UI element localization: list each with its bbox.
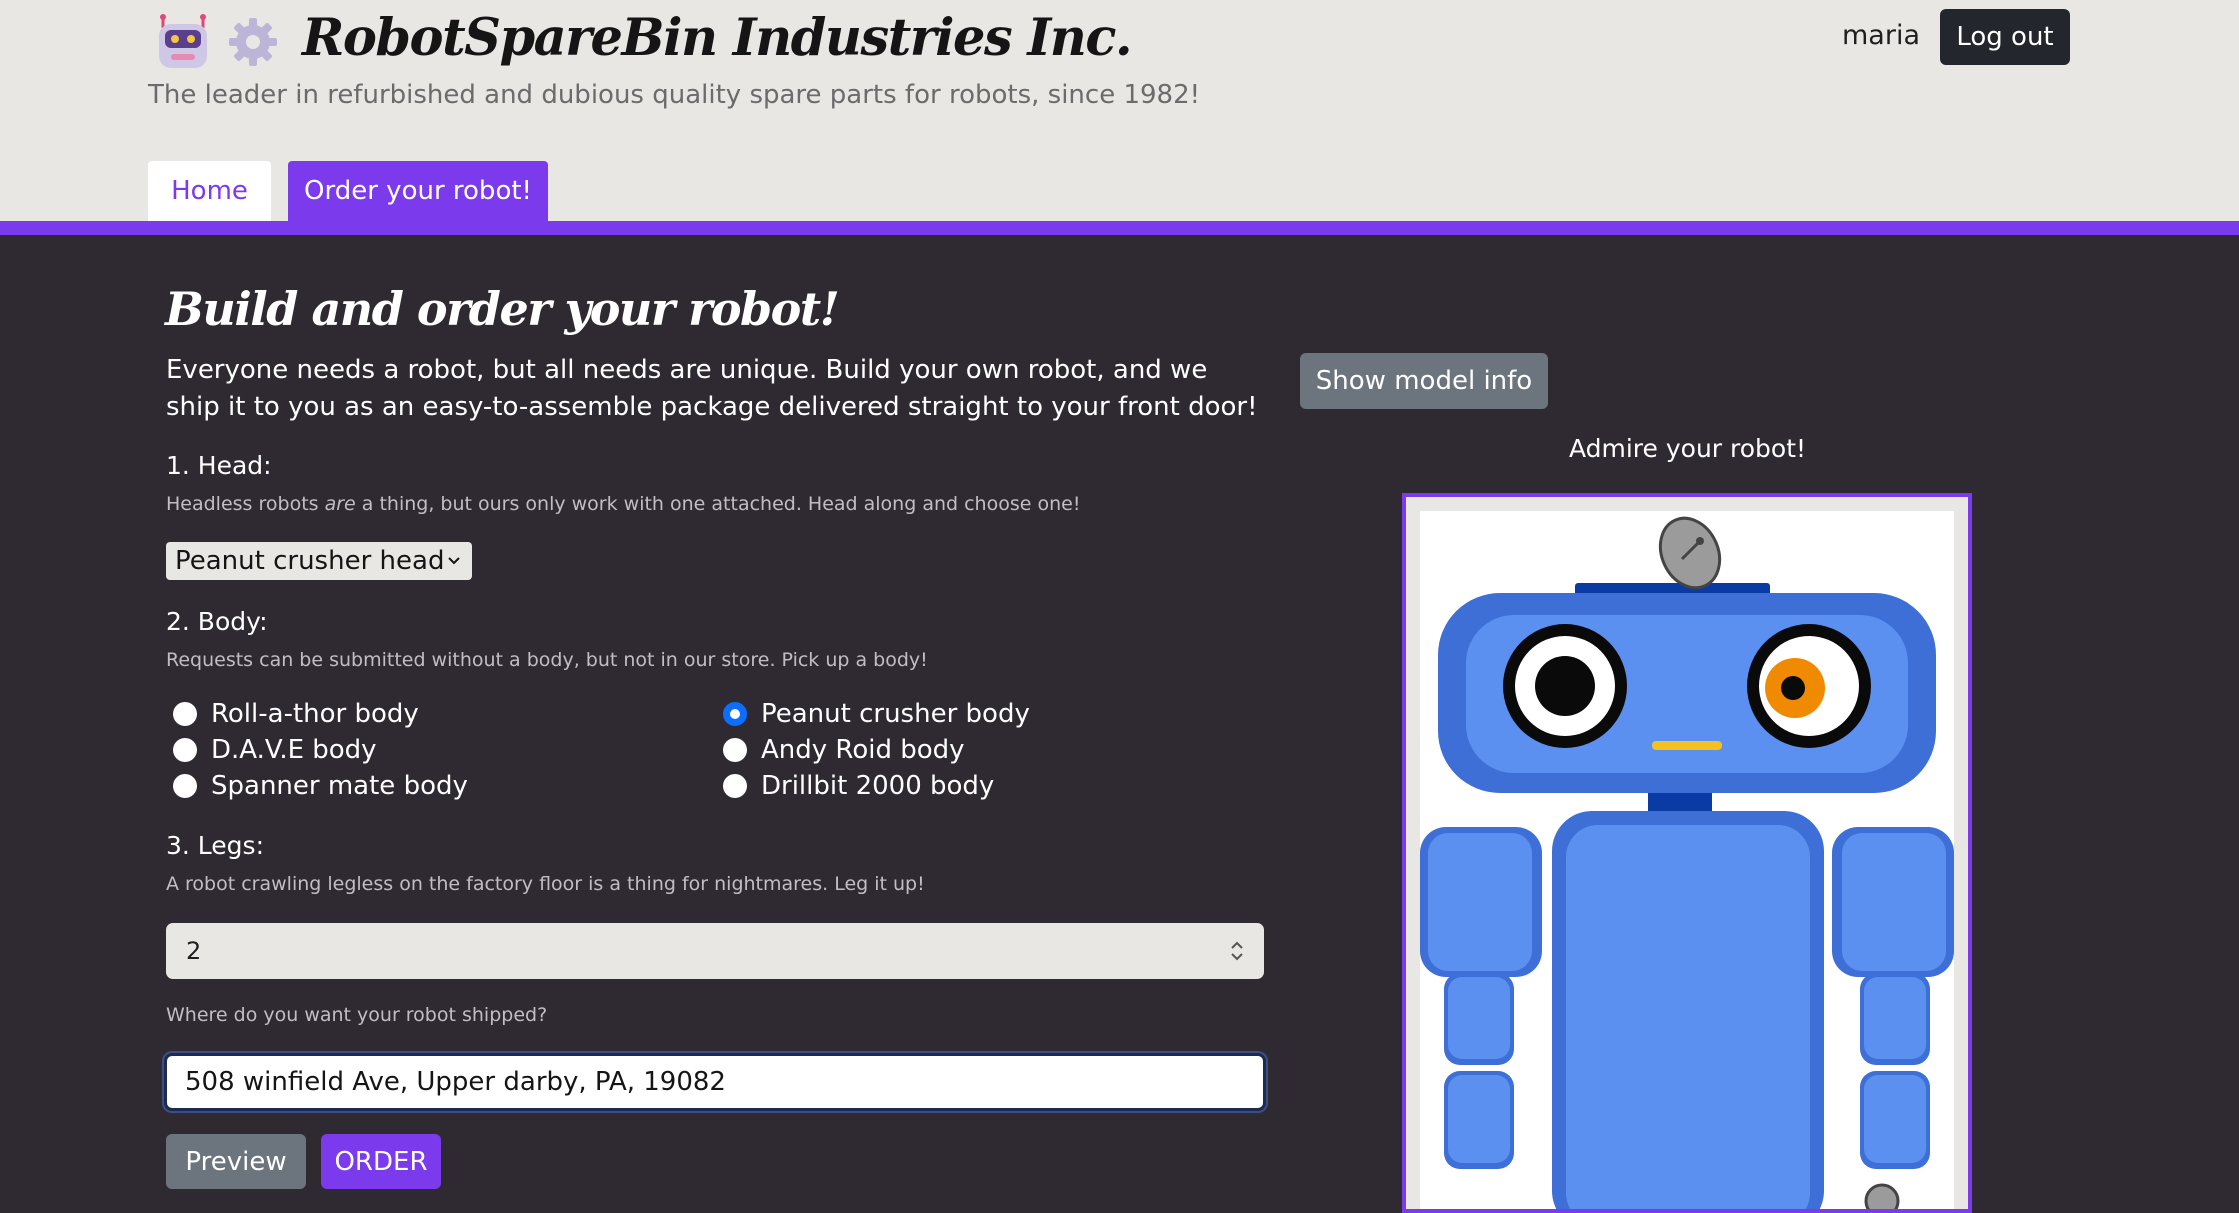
head-label: 1. Head: bbox=[166, 451, 272, 480]
address-input[interactable]: 508 winfield Ave, Upper darby, PA, 19082 bbox=[164, 1053, 1266, 1111]
body-option-peanut-crusher[interactable]: Peanut crusher body bbox=[723, 699, 1030, 729]
head-help: Headless robots are a thing, but ours on… bbox=[166, 493, 1081, 515]
radio-button[interactable] bbox=[173, 774, 197, 798]
robot-icon bbox=[155, 14, 211, 74]
legs-number-input[interactable]: 2 bbox=[166, 923, 1264, 979]
radio-label: Spanner mate body bbox=[211, 771, 468, 801]
robot-preview-image bbox=[1402, 493, 1972, 1213]
body-option-dave[interactable]: D.A.V.E body bbox=[173, 735, 377, 765]
address-value: 508 winfield Ave, Upper darby, PA, 19082 bbox=[185, 1067, 726, 1097]
order-button[interactable]: ORDER bbox=[321, 1134, 441, 1189]
tab-home[interactable]: Home bbox=[148, 161, 271, 221]
intro-text: Everyone needs a robot, but all needs ar… bbox=[166, 355, 1258, 422]
brand-title: RobotSpareBin Industries Inc. bbox=[302, 8, 1133, 68]
radio-label: D.A.V.E body bbox=[211, 735, 377, 765]
gear-icon bbox=[225, 14, 281, 74]
page-title: Build and order your robot! bbox=[165, 282, 840, 336]
radio-button[interactable] bbox=[173, 738, 197, 762]
robot-illustration bbox=[1420, 511, 1954, 1209]
body-option-drillbit-2000[interactable]: Drillbit 2000 body bbox=[723, 771, 994, 801]
show-model-info-button[interactable]: Show model info bbox=[1300, 353, 1548, 409]
head-select[interactable]: Peanut crusher head bbox=[166, 542, 472, 580]
radio-button[interactable] bbox=[723, 738, 747, 762]
body-help: Requests can be submitted without a body… bbox=[166, 649, 928, 671]
tagline: The leader in refurbished and dubious qu… bbox=[148, 80, 1201, 110]
radio-label: Drillbit 2000 body bbox=[761, 771, 995, 801]
username: maria bbox=[1842, 20, 1920, 51]
radio-button[interactable] bbox=[723, 774, 747, 798]
logout-button[interactable]: Log out bbox=[1940, 9, 2070, 65]
accent-bar bbox=[0, 221, 2239, 235]
body-option-roll-a-thor[interactable]: Roll-a-thor body bbox=[173, 699, 419, 729]
site-header: RobotSpareBin Industries Inc. The leader… bbox=[0, 0, 2239, 222]
radio-label: Andy Roid body bbox=[761, 735, 965, 765]
tab-order-your-robot[interactable]: Order your robot! bbox=[288, 161, 548, 221]
legs-value: 2 bbox=[186, 937, 202, 965]
body-label: 2. Body: bbox=[166, 607, 268, 636]
body-option-spanner-mate[interactable]: Spanner mate body bbox=[173, 771, 468, 801]
preview-title: Admire your robot! bbox=[1568, 434, 1807, 463]
chevron-down-icon bbox=[448, 557, 460, 565]
address-label: Where do you want your robot shipped? bbox=[166, 1004, 548, 1026]
radio-label: Roll-a-thor body bbox=[211, 699, 419, 729]
radio-button[interactable] bbox=[173, 702, 197, 726]
head-select-value: Peanut crusher head bbox=[175, 546, 445, 576]
preview-button[interactable]: Preview bbox=[166, 1134, 306, 1189]
radio-button-checked[interactable] bbox=[723, 702, 747, 726]
legs-help: A robot crawling legless on the factory … bbox=[166, 873, 925, 895]
spinner-arrows-icon[interactable] bbox=[1230, 939, 1244, 963]
legs-label: 3. Legs: bbox=[166, 831, 264, 860]
radio-label: Peanut crusher body bbox=[761, 699, 1030, 729]
brand-icons bbox=[155, 14, 281, 74]
body-option-andy-roid[interactable]: Andy Roid body bbox=[723, 735, 965, 765]
